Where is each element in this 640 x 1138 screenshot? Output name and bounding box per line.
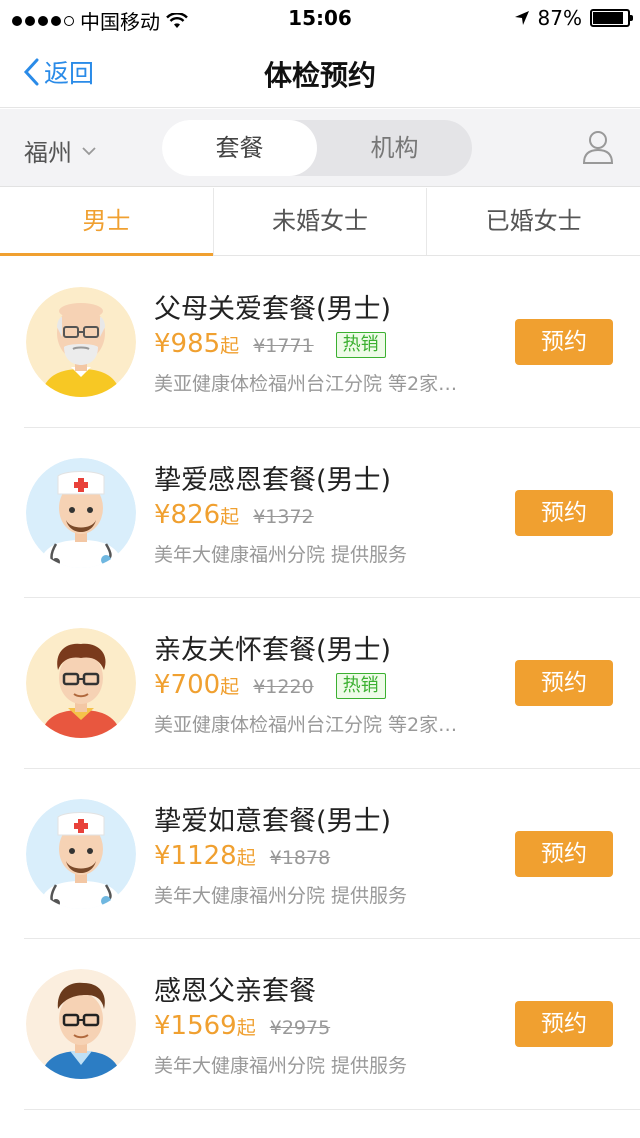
- city-selector[interactable]: 福州: [24, 133, 96, 168]
- price-suffix: 起: [220, 335, 240, 357]
- price-line: ¥700 起 ¥1220 热销: [154, 670, 386, 701]
- user-profile-icon[interactable]: [582, 129, 614, 169]
- provider-text: 美年大健康福州分院 提供服务: [154, 1055, 408, 1077]
- list-item[interactable]: 亲友关怀套餐(男士) ¥700 起 ¥1220 热销 美亚健康体检福州台江分院 …: [0, 598, 640, 769]
- avatar-young-man: [26, 628, 136, 738]
- list-item[interactable]: 感恩父亲套餐 ¥1569 起 ¥2975 美年大健康福州分院 提供服务 预约: [0, 939, 640, 1110]
- segment-control: 套餐 机构: [162, 120, 472, 176]
- segment-package[interactable]: 套餐: [162, 120, 317, 176]
- battery-fill: [593, 12, 623, 24]
- battery-icon: [590, 9, 633, 27]
- package-name: 亲友关怀套餐(男士): [154, 635, 392, 666]
- list-item[interactable]: 父母关爱套餐(男士) ¥985 起 ¥1771 热销 美亚健康体检福州台江分院 …: [0, 257, 640, 428]
- price-line: ¥1128 起 ¥1878: [154, 841, 352, 871]
- package-price: ¥985: [154, 329, 221, 359]
- price-suffix: 起: [236, 1017, 256, 1039]
- book-button[interactable]: 预约: [515, 830, 613, 877]
- price-line: ¥985 起 ¥1771 热销: [154, 329, 386, 360]
- price-suffix: 起: [220, 505, 240, 528]
- avatar-doctor: [26, 798, 136, 909]
- package-name: 挚爱如意套餐(男士): [154, 805, 392, 837]
- tab-male[interactable]: 男士: [0, 188, 214, 256]
- status-right: 87%: [514, 6, 633, 30]
- book-button[interactable]: 预约: [515, 319, 613, 365]
- provider-text: 美年大健康福州分院 提供服务: [154, 543, 408, 566]
- list-item[interactable]: 挚爱感恩套餐(男士) ¥826 起 ¥1372 美年大健康福州分院 提供服务 预…: [0, 427, 640, 598]
- original-price: ¥2975: [269, 1017, 331, 1039]
- status-bar: 中国移动 15:06 87%: [0, 0, 640, 36]
- provider-text: 美年大健康福州分院 提供服务: [154, 884, 408, 907]
- city-label: 福州: [24, 139, 72, 167]
- hot-badge: 热销: [335, 673, 386, 699]
- tab-married-female[interactable]: 已婚女士: [427, 188, 640, 255]
- package-name: 父母关爱套餐(男士): [154, 294, 392, 325]
- book-button[interactable]: 预约: [515, 489, 613, 536]
- book-button[interactable]: 预约: [515, 1001, 613, 1047]
- page-title: 体检预约: [263, 59, 376, 92]
- hot-badge: 热销: [335, 332, 386, 358]
- original-price: ¥1372: [253, 505, 314, 528]
- package-price: ¥1569: [154, 1011, 237, 1041]
- nav-bar: 返回 体检预约: [0, 36, 640, 108]
- package-price: ¥826: [154, 499, 221, 530]
- package-list: 父母关爱套餐(男士) ¥985 起 ¥1771 热销 美亚健康体检福州台江分院 …: [0, 257, 640, 1110]
- book-button[interactable]: 预约: [515, 660, 613, 706]
- filter-bar: 福州 套餐 机构: [0, 109, 640, 187]
- package-name: 挚爱感恩套餐(男士): [154, 464, 392, 496]
- segment-institution[interactable]: 机构: [317, 120, 472, 176]
- price-suffix: 起: [220, 676, 240, 698]
- gender-tabs: 男士 未婚女士 已婚女士: [0, 188, 640, 256]
- location-arrow-icon: [514, 11, 529, 25]
- original-price: ¥1878: [269, 846, 331, 869]
- avatar-father: [26, 969, 136, 1079]
- avatar-elderly-man: [26, 287, 136, 397]
- original-price: ¥1220: [253, 676, 314, 698]
- package-price: ¥700: [154, 670, 221, 700]
- list-item[interactable]: 挚爱如意套餐(男士) ¥1128 起 ¥1878 美年大健康福州分院 提供服务 …: [0, 768, 640, 939]
- battery-percent: 87%: [537, 6, 582, 30]
- tab-unmarried-female[interactable]: 未婚女士: [214, 188, 428, 255]
- provider-text: 美亚健康体检福州台江分院 等2家…: [154, 714, 458, 736]
- price-line: ¥1569 起 ¥2975: [154, 1011, 352, 1041]
- price-suffix: 起: [236, 846, 256, 869]
- price-line: ¥826 起 ¥1372: [154, 500, 336, 530]
- original-price: ¥1771: [253, 335, 314, 357]
- chevron-down-icon: [82, 146, 96, 155]
- provider-text: 美亚健康体检福州台江分院 等2家…: [154, 373, 458, 395]
- avatar-doctor: [26, 457, 136, 568]
- package-name: 感恩父亲套餐: [154, 976, 316, 1007]
- package-price: ¥1128: [154, 840, 237, 871]
